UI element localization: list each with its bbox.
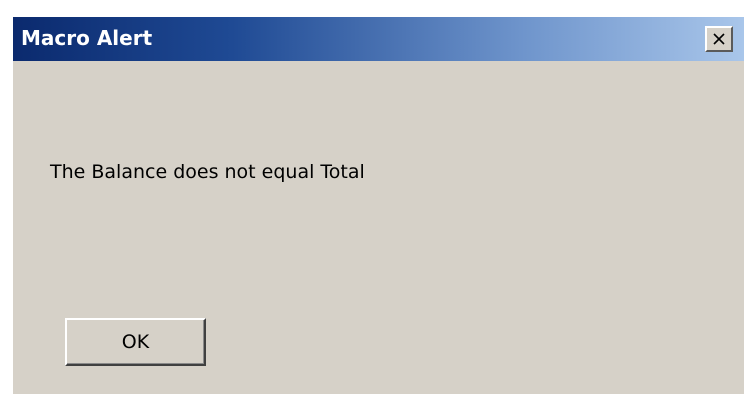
close-button[interactable] xyxy=(705,26,733,52)
dialog-title: Macro Alert xyxy=(21,26,153,50)
title-bar[interactable]: Macro Alert xyxy=(13,17,744,61)
alert-message: The Balance does not equal Total xyxy=(50,161,365,183)
macro-alert-dialog: Macro Alert The Balance does not equal T… xyxy=(11,15,744,394)
close-icon xyxy=(713,33,725,45)
ok-button[interactable]: OK xyxy=(65,318,206,366)
